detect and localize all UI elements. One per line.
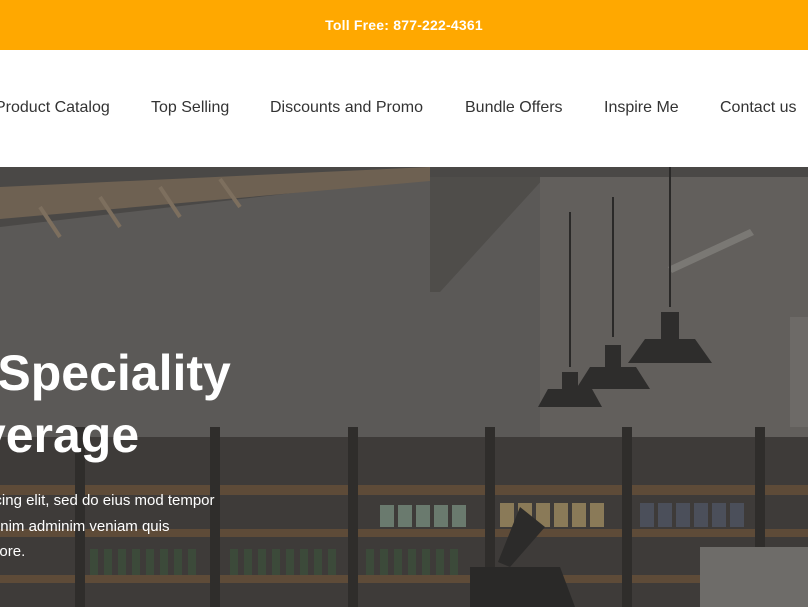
hero-title-line-2: Beverage [0,407,140,463]
main-nav: Product Catalog Top Selling Discounts an… [0,50,808,167]
hero-title-line-1: ale Speciality [0,345,231,401]
hero-banner: ale Speciality Beverage t, consectetur a… [0,167,808,607]
nav-item-discounts-promo[interactable]: Discounts and Promo [270,99,423,117]
nav-item-bundle-offers[interactable]: Bundle Offers [465,99,563,117]
hero-description: t, consectetur adipiscing elit, sed do e… [0,488,381,565]
hero-desc-line-1: t, consectetur adipiscing elit, sed do e… [0,492,215,509]
nav-item-contact-us[interactable]: Contact us [720,99,796,117]
hero-desc-line-2: re magna aliqua. Utenim adminim veniam q… [0,517,170,535]
nav-item-product-catalog[interactable]: Product Catalog [0,99,110,117]
top-bar: Toll Free: 877-222-4361 [0,0,808,50]
hero-title: ale Speciality Beverage [0,342,231,466]
toll-free-text[interactable]: Toll Free: 877-222-4361 [325,17,483,33]
nav-item-top-selling[interactable]: Top Selling [151,99,229,117]
nav-item-inspire-me[interactable]: Inspire Me [604,99,679,117]
hero-desc-line-3: npor incididunt ut labore. [0,543,26,560]
